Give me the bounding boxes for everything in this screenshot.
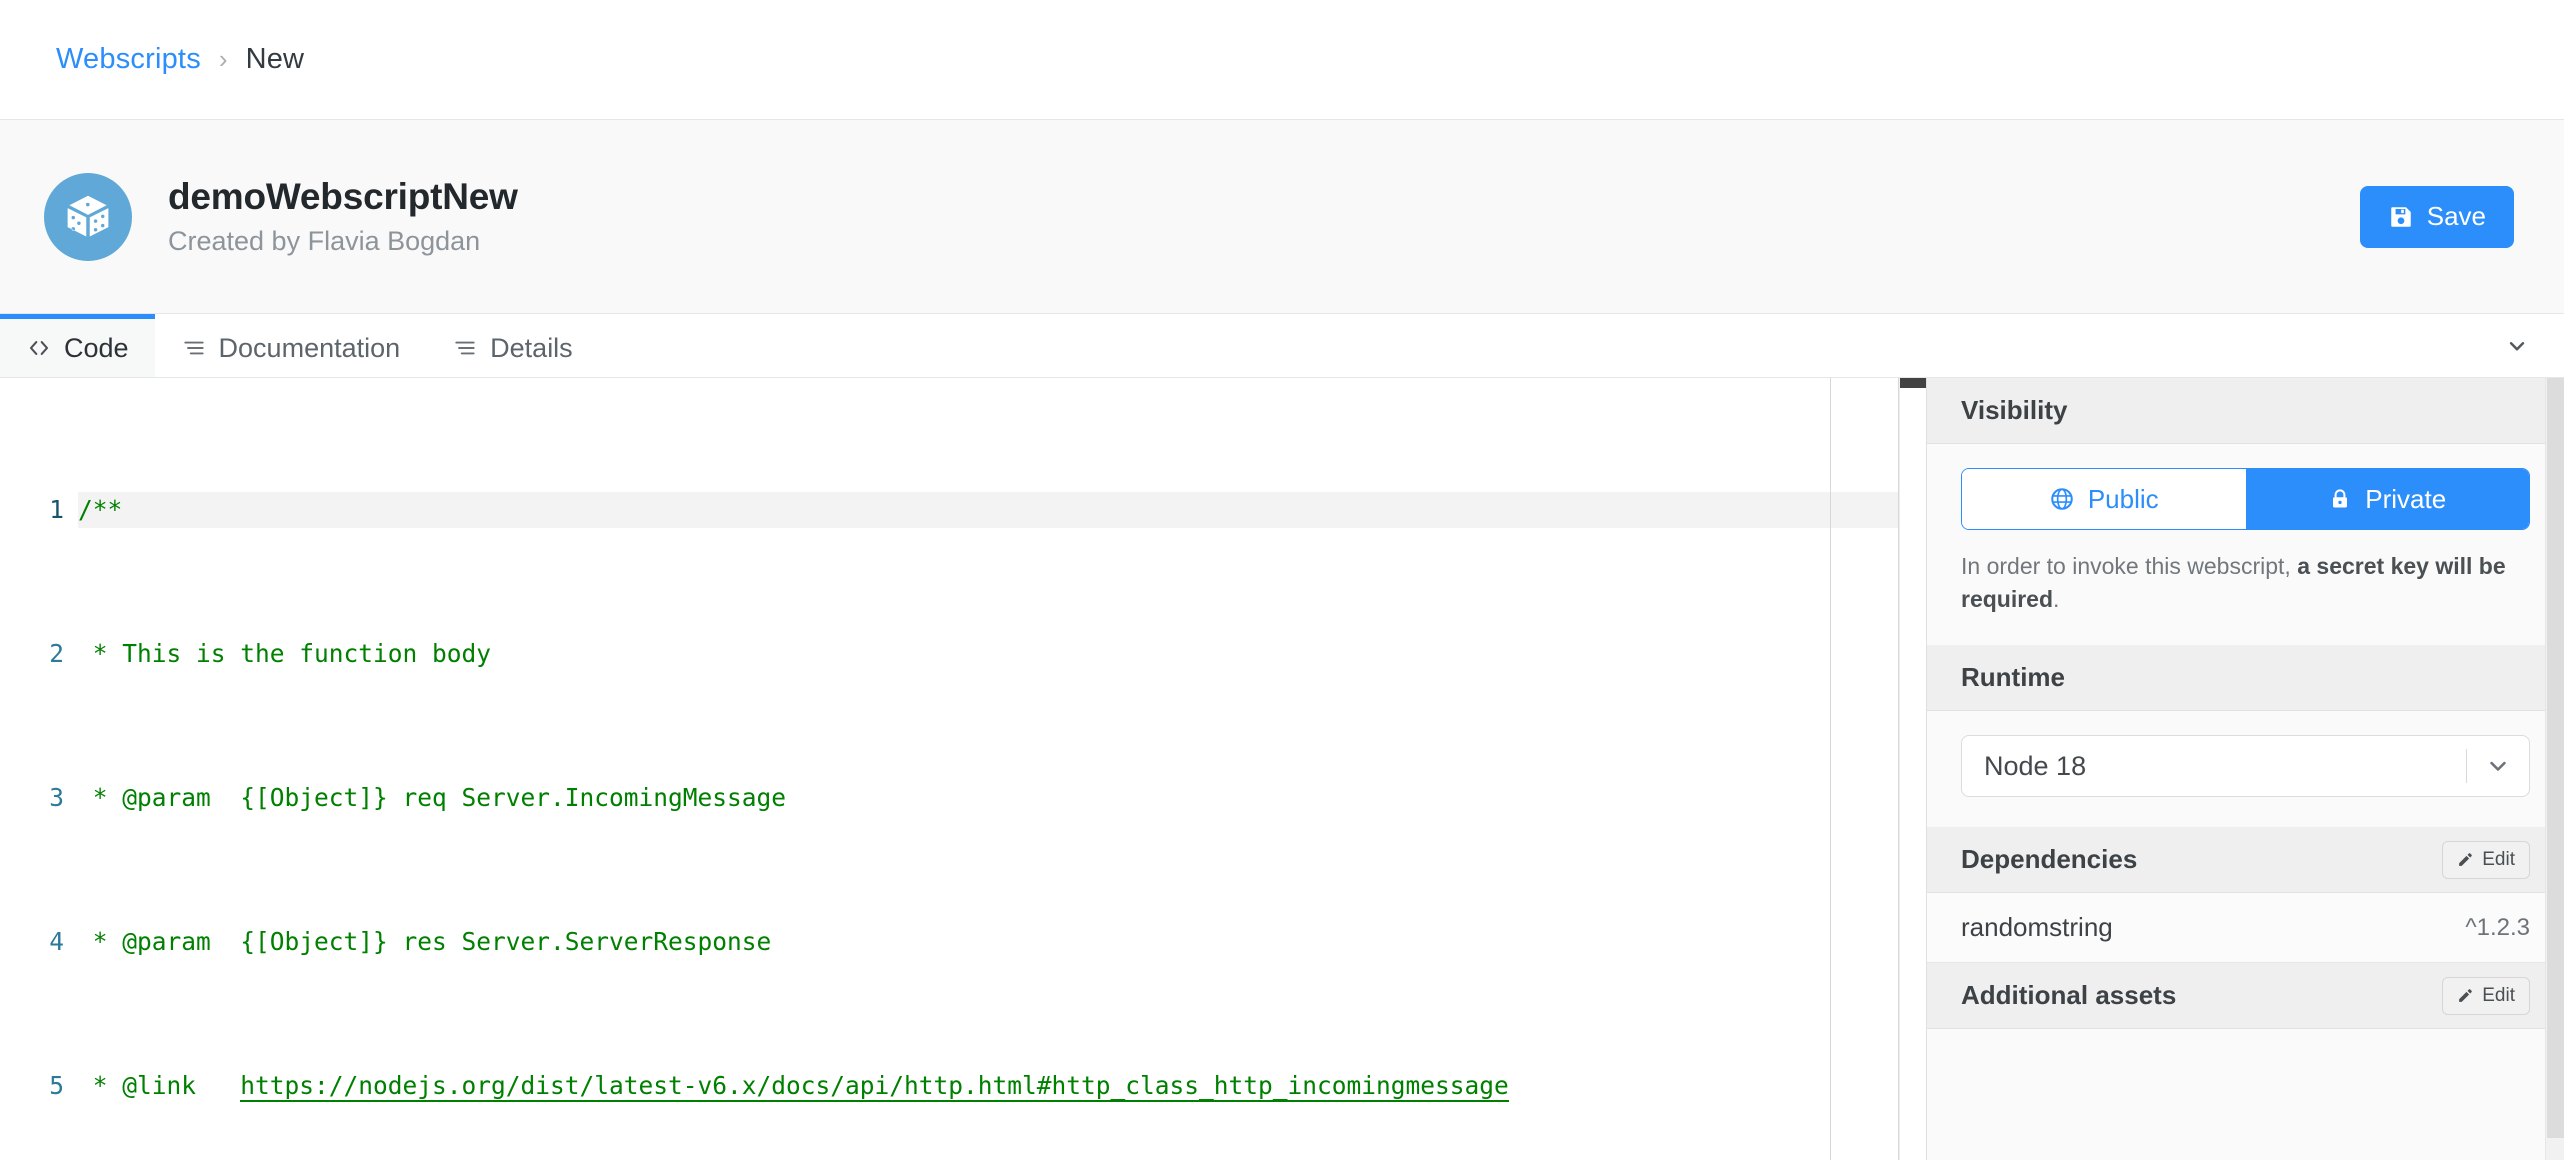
section-title: Runtime (1961, 662, 2065, 693)
pencil-icon (2459, 853, 2473, 867)
dependency-version: ^1.2.3 (2465, 913, 2530, 941)
settings-panel-filler (1927, 1029, 2564, 1160)
section-title: Visibility (1961, 395, 2068, 425)
visibility-option-private-label: Private (2365, 483, 2447, 514)
line-number: 2 (49, 639, 64, 668)
visibility-hint: In order to invoke this webscript, a sec… (1961, 550, 2530, 615)
code-brackets-icon (29, 341, 49, 355)
line-content: * This is the function body (78, 639, 492, 668)
chevron-down-icon (2490, 762, 2506, 772)
editor-right-edge (1899, 378, 1926, 1160)
globe-icon (2051, 488, 2073, 510)
additional-assets-edit-button[interactable]: Edit (2442, 976, 2530, 1015)
pencil-icon (2459, 989, 2473, 1003)
dependencies-edit-button[interactable]: Edit (2442, 840, 2530, 879)
chevron-down-icon (2509, 341, 2525, 350)
dependency-name: randomstring (1961, 912, 2113, 943)
visibility-hint-suffix: . (2053, 585, 2060, 612)
lock-icon (2333, 489, 2348, 508)
additional-assets-edit-label: Edit (2482, 984, 2515, 1006)
runtime-body: Node 18 (1927, 711, 2564, 828)
settings-panel: Visibility Public Private In order to in… (1926, 378, 2564, 1160)
visibility-body: Public Private In order to invoke this w… (1927, 444, 2564, 646)
code-editor[interactable]: 1 /** 2 * This is the function body 3 * … (0, 378, 1926, 1160)
save-button[interactable]: Save (2359, 185, 2514, 248)
code-line: 2 * This is the function body (0, 636, 1926, 672)
page-title: demoWebscriptNew (168, 175, 518, 217)
section-title: Additional assets (1961, 980, 2177, 1011)
section-title: Dependencies (1961, 844, 2138, 875)
section-header-runtime: Runtime (1927, 645, 2564, 712)
line-content: * @param {[Object]} req Server.IncomingM… (78, 783, 787, 812)
code-line: 3 * @param {[Object]} req Server.Incomin… (0, 780, 1926, 816)
line-content: /** (78, 492, 1926, 528)
dependencies-edit-label: Edit (2482, 848, 2515, 870)
dependency-row: randomstring ^1.2.3 (1927, 893, 2564, 964)
line-number: 4 (49, 927, 64, 956)
tab-code[interactable]: Code (0, 314, 155, 377)
page-scrollbar-thumb[interactable] (2547, 378, 2564, 1138)
tab-documentation-label: Documentation (218, 332, 401, 363)
editor-ruler-line (1898, 378, 1899, 1160)
code-line: 1 /** (0, 492, 1926, 528)
tab-details[interactable]: Details (426, 314, 599, 377)
visibility-toggle: Public Private (1961, 468, 2530, 530)
lines-icon (455, 341, 475, 355)
editor-horizontal-scrollbar[interactable] (1900, 378, 1926, 388)
save-button-label: Save (2426, 201, 2486, 231)
breadcrumb-link-webscripts[interactable]: Webscripts (56, 43, 201, 76)
page-subtitle: Created by Flavia Bogdan (168, 226, 481, 257)
line-number: 5 (49, 1071, 64, 1100)
code-line: 5 * @link https://nodejs.org/dist/latest… (0, 1068, 1926, 1104)
visibility-option-private[interactable]: Private (2245, 469, 2529, 529)
runtime-select-chevron[interactable] (2467, 752, 2529, 780)
visibility-option-public[interactable]: Public (1962, 469, 2246, 529)
breadcrumb: Webscripts › New (0, 0, 2564, 120)
visibility-option-public-label: Public (2087, 483, 2159, 514)
avatar (44, 172, 132, 261)
page-header: demoWebscriptNew Created by Flavia Bogda… (0, 120, 2564, 314)
section-header-dependencies: Dependencies Edit (1927, 827, 2564, 894)
visibility-hint-prefix: In order to invoke this webscript, (1961, 553, 2298, 579)
main-content: 1 /** 2 * This is the function body 3 * … (0, 378, 2564, 1160)
code-line: 4 * @param {[Object]} res Server.ServerR… (0, 924, 1926, 960)
dice-cube-icon (67, 195, 109, 236)
tab-bar: Code Documentation Details (0, 314, 2564, 378)
runtime-select-value: Node 18 (1984, 750, 2087, 781)
tab-documentation[interactable]: Documentation (155, 314, 427, 377)
breadcrumb-separator-icon: › (218, 44, 228, 74)
line-content: * @link https://nodejs.org/dist/latest-v… (78, 1071, 1509, 1102)
section-header-additional-assets: Additional assets Edit (1927, 963, 2564, 1030)
breadcrumb-current-new: New (245, 43, 305, 75)
lines-icon (183, 341, 204, 355)
floppy-disk-icon (2390, 206, 2411, 227)
section-header-visibility: Visibility (1927, 378, 2564, 444)
line-number: 1 (49, 495, 64, 524)
code-lines: 1 /** 2 * This is the function body 3 * … (0, 378, 1926, 1160)
title-block: demoWebscriptNew Created by Flavia Bogda… (168, 176, 518, 258)
editor-ruler-line (1830, 378, 1831, 1160)
collapse-panel-button[interactable] (2470, 314, 2564, 377)
runtime-select[interactable]: Node 18 (1961, 735, 2530, 798)
line-number: 3 (49, 783, 64, 812)
tab-code-label: Code (64, 332, 129, 363)
line-content: * @param {[Object]} res Server.ServerRes… (78, 927, 772, 956)
tab-details-label: Details (490, 332, 573, 363)
doc-link[interactable]: https://nodejs.org/dist/latest-v6.x/docs… (240, 1071, 1509, 1102)
page-scrollbar[interactable] (2545, 378, 2564, 1160)
